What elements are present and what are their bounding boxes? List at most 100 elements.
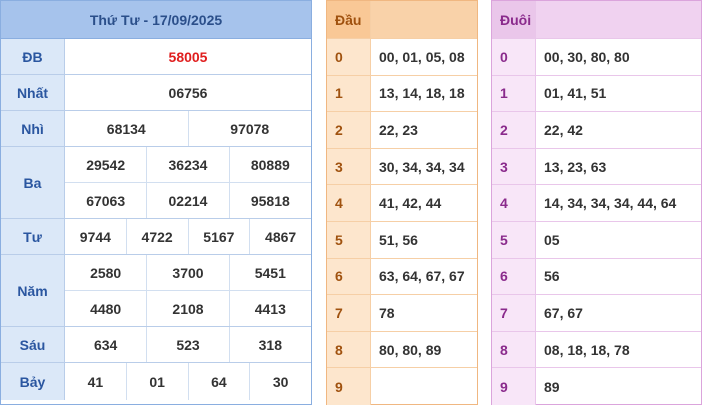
special-prize-number: 58005	[168, 48, 208, 65]
dau-values: 22, 23	[379, 121, 418, 138]
duoi-row: 5 05	[492, 221, 701, 259]
prize-numbers: 06756	[65, 75, 311, 110]
prize-numbers: 634 523 318	[65, 327, 311, 362]
prize-row: Ba 29542 36234 80889 67063 02214 95818	[1, 147, 311, 219]
results-title: Thứ Tư - 17/09/2025	[1, 1, 311, 39]
dau-digit: 8	[327, 331, 371, 368]
dau-row: 6 63, 64, 67, 67	[327, 258, 477, 296]
duoi-values: 22, 42	[544, 121, 583, 138]
duoi-row: 8 08, 18, 18, 78	[492, 331, 701, 369]
prize-number: 4867	[249, 219, 311, 254]
prize-number: 06756	[168, 84, 208, 101]
prize-number: 67063	[86, 192, 126, 209]
duoi-body: 0 00, 30, 80, 80 1 01, 41, 51 2 22, 42 3 13, 23…	[492, 39, 701, 405]
results-body: ĐB 58005 Nhất 06756 Nhì 68134 97078 Ba 29542 3623…	[1, 39, 311, 400]
results-table: Thứ Tư - 17/09/2025 ĐB 58005 Nhất 06756 Nhì 6…	[0, 0, 312, 405]
duoi-digit: 3	[492, 148, 536, 185]
dau-row: 7 78	[327, 295, 477, 332]
prize-row: Bảy 41 01 64 30	[1, 363, 311, 400]
dau-values: 30, 34, 34, 34	[379, 158, 465, 175]
duoi-row: 6 56	[492, 258, 701, 296]
prize-number: 68134	[106, 120, 146, 137]
prize-row: Nhì 68134 97078	[1, 111, 311, 147]
dau-values	[371, 368, 477, 405]
prize-number: 2108	[146, 291, 228, 326]
dau-row: 5 51, 56	[327, 221, 477, 259]
prize-numbers: 68134 97078	[65, 111, 311, 146]
prize-number: 5451	[228, 255, 311, 290]
dau-row: 3 30, 34, 34, 34	[327, 148, 477, 186]
prize-label: ĐB	[1, 39, 65, 74]
number-line: 67063 02214 95818	[65, 182, 311, 218]
dau-row: 0 00, 01, 05, 08	[327, 39, 477, 76]
duoi-digit: 7	[492, 295, 536, 331]
prize-number: 01	[125, 363, 188, 400]
prize-label: Bảy	[1, 363, 65, 400]
dau-body: 0 00, 01, 05, 08 1 13, 14, 18, 18 2 22, 23 3 30…	[327, 39, 477, 405]
number-line: 2580 3700 5451	[65, 255, 311, 290]
prize-number: 36234	[146, 147, 228, 182]
prize-number: 41	[87, 373, 104, 390]
duoi-row: 7 67, 67	[492, 295, 701, 332]
duoi-values: 56	[544, 268, 560, 285]
number-line: 9744 4722 5167 4867	[65, 219, 311, 254]
prize-row: ĐB 58005	[1, 39, 311, 75]
dau-header-row: Đầu	[327, 1, 477, 39]
prize-number: 80889	[228, 147, 311, 182]
dau-values: 78	[379, 304, 395, 321]
prize-row: Tư 9744 4722 5167 4867	[1, 219, 311, 255]
dau-digit: 4	[327, 185, 371, 221]
number-line: 634 523 318	[65, 327, 311, 362]
duoi-digit: 2	[492, 112, 536, 148]
number-line: 58005	[65, 39, 311, 74]
duoi-digit: 4	[492, 185, 536, 221]
dau-values: 00, 01, 05, 08	[379, 48, 465, 65]
dau-values: 63, 64, 67, 67	[379, 268, 465, 285]
duoi-row: 4 14, 34, 34, 34, 44, 64	[492, 185, 701, 222]
dau-header-fill	[371, 1, 477, 38]
dau-values: 51, 56	[379, 231, 418, 248]
duoi-row: 2 22, 42	[492, 112, 701, 149]
prize-label: Nhất	[1, 75, 65, 110]
prize-number: 30	[249, 363, 311, 400]
dau-digit: 1	[327, 75, 371, 112]
dau-row: 1 13, 14, 18, 18	[327, 75, 477, 113]
dau-digit: 3	[327, 148, 371, 185]
duoi-header: Đuôi	[492, 1, 536, 38]
dau-row: 2 22, 23	[327, 112, 477, 149]
prize-numbers: 29542 36234 80889 67063 02214 95818	[65, 147, 311, 218]
duoi-header-row: Đuôi	[492, 1, 701, 39]
duoi-values: 67, 67	[544, 304, 583, 321]
prize-number: 4413	[228, 291, 311, 326]
duoi-table: Đuôi 0 00, 30, 80, 80 1 01, 41, 51 2 22, 42 3 1…	[491, 0, 702, 405]
dau-values: 13, 14, 18, 18	[379, 85, 465, 102]
dau-row: 9	[327, 368, 477, 405]
duoi-values: 01, 41, 51	[544, 85, 607, 102]
prize-number: 3700	[146, 255, 228, 290]
prize-numbers: 9744 4722 5167 4867	[65, 219, 311, 254]
number-line: 4480 2108 4413	[65, 290, 311, 326]
prize-row: Sáu 634 523 318	[1, 327, 311, 363]
number-line: 06756	[65, 75, 311, 110]
prize-number: 634	[93, 336, 118, 353]
dau-values: 41, 42, 44	[379, 195, 442, 212]
dau-digit: 7	[327, 295, 371, 331]
prize-label: Nhì	[1, 111, 65, 146]
duoi-values: 08, 18, 18, 78	[544, 341, 630, 358]
prize-number: 4722	[125, 219, 188, 254]
number-line: 29542 36234 80889	[65, 147, 311, 182]
prize-number: 29542	[86, 156, 126, 173]
prize-label: Sáu	[1, 327, 65, 362]
duoi-values: 00, 30, 80, 80	[544, 48, 630, 65]
number-line: 41 01 64 30	[65, 363, 311, 400]
prize-row: Nhất 06756	[1, 75, 311, 111]
duoi-digit: 9	[492, 368, 536, 405]
dau-digit: 0	[327, 39, 371, 75]
duoi-values: 89	[544, 378, 560, 395]
duoi-digit: 0	[492, 39, 536, 75]
prize-number: 9744	[79, 228, 111, 245]
duoi-digit: 5	[492, 221, 536, 258]
dau-row: 8 80, 80, 89	[327, 331, 477, 369]
prize-label: Tư	[1, 219, 65, 254]
prize-number: 02214	[146, 183, 228, 218]
